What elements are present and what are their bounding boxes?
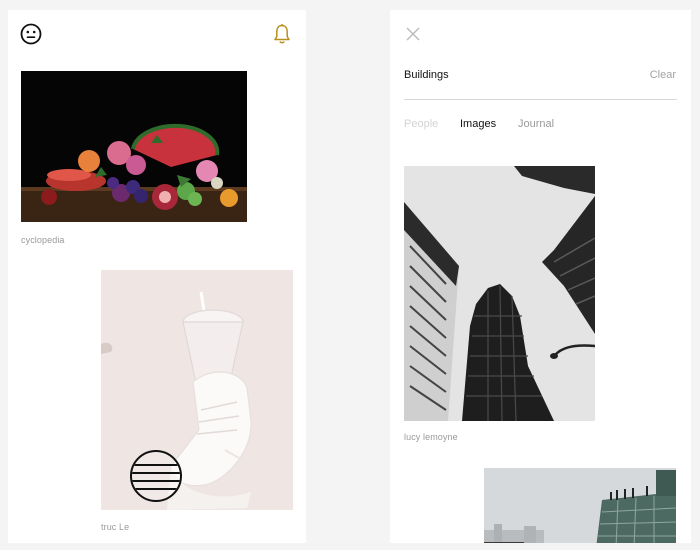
feed-screen: cyclopedia truc Le [8, 10, 306, 543]
menu-button[interactable] [130, 450, 182, 502]
still-life-fruit-photo[interactable] [21, 71, 247, 222]
bell-icon[interactable] [272, 23, 292, 45]
tab-people[interactable]: People [404, 118, 438, 130]
glass-building-photo[interactable] [484, 468, 676, 543]
photo-caption: cyclopedia [21, 235, 65, 245]
photo-caption: truc Le [101, 522, 130, 532]
tab-images[interactable]: Images [460, 118, 496, 130]
search-query[interactable]: Buildings [404, 69, 449, 81]
photo-caption: lucy lemoyne [404, 432, 458, 442]
clear-button[interactable]: Clear [650, 69, 676, 81]
smiley-face-icon[interactable] [20, 23, 42, 45]
divider [404, 99, 677, 100]
hamburger-circle-icon [132, 464, 180, 490]
close-icon[interactable] [406, 27, 420, 41]
search-screen: Buildings Clear People Images Journal lu… [390, 10, 691, 543]
tab-journal[interactable]: Journal [518, 118, 554, 130]
skyscrapers-photo[interactable] [404, 166, 595, 421]
